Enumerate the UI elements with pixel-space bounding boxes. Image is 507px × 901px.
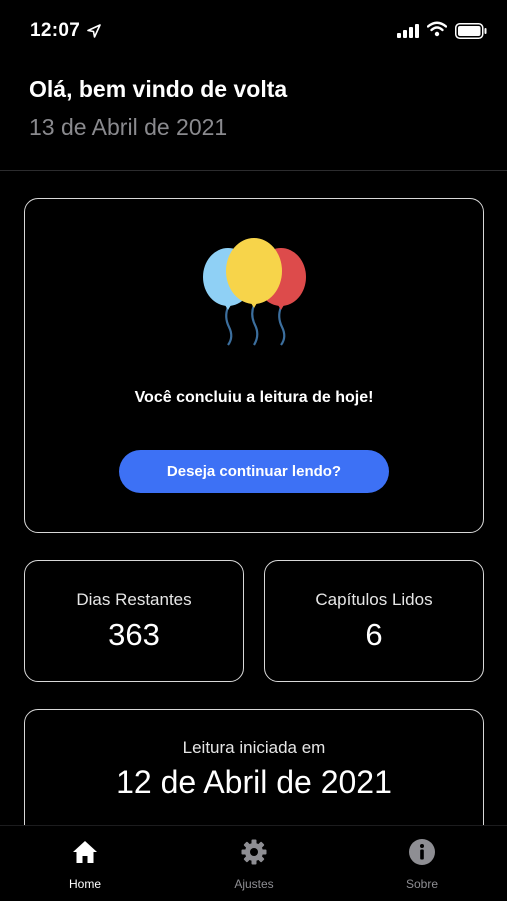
home-icon xyxy=(73,841,97,863)
tab-settings[interactable]: Ajustes xyxy=(194,826,314,901)
greeting-title: Olá, bem vindo de volta xyxy=(29,76,288,102)
days-remaining-label: Dias Restantes xyxy=(76,590,192,609)
wifi-icon xyxy=(427,21,447,37)
days-remaining-value: 363 xyxy=(108,617,160,652)
chapters-read-label: Capítulos Lidos xyxy=(315,590,433,609)
current-date: 13 de Abril de 2021 xyxy=(29,114,228,140)
chapters-read-card: Capítulos Lidos 6 xyxy=(264,560,484,682)
header-divider xyxy=(0,170,507,171)
balloons-icon xyxy=(203,238,306,346)
completion-card: Você concluiu a leitura de hoje! Deseja … xyxy=(24,198,484,533)
tab-about-label: Sobre xyxy=(405,877,439,891)
location-arrow-icon xyxy=(87,24,101,38)
gear-icon xyxy=(241,839,267,865)
tab-bar: Home Ajustes Sobre xyxy=(0,825,507,901)
tab-home[interactable]: Home xyxy=(25,826,145,901)
reading-start-label: Leitura iniciada em xyxy=(182,738,326,757)
status-time: 12:07 xyxy=(30,20,81,41)
signal-icon xyxy=(397,24,419,38)
completion-message: Você concluiu a leitura de hoje! xyxy=(134,389,374,406)
status-bar: 12:07 xyxy=(0,0,507,62)
tab-settings-label: Ajustes xyxy=(234,877,274,891)
tab-about[interactable]: Sobre xyxy=(362,826,482,901)
reading-start-date: 12 de Abril de 2021 xyxy=(116,764,392,800)
tab-home-label: Home xyxy=(68,877,101,891)
chapters-read-value: 6 xyxy=(365,617,383,652)
battery-icon xyxy=(455,23,487,39)
reading-start-card: Leitura iniciada em 12 de Abril de 2021 xyxy=(24,709,484,839)
info-icon xyxy=(409,839,435,865)
continue-reading-button[interactable]: Deseja continuar lendo? xyxy=(119,450,389,493)
days-remaining-card: Dias Restantes 363 xyxy=(24,560,244,682)
